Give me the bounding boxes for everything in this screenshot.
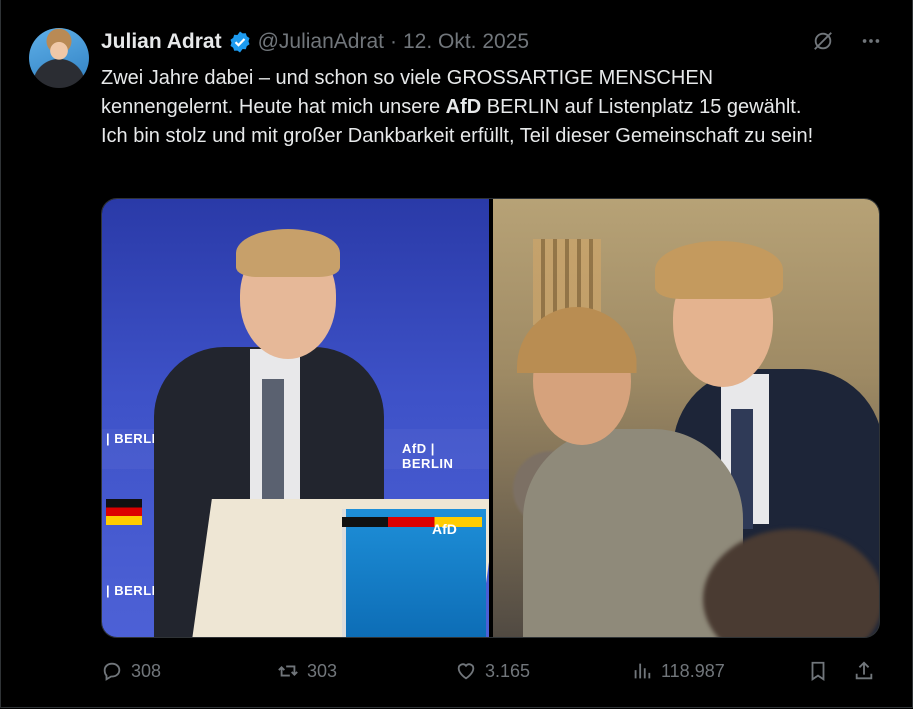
reply-icon (103, 662, 121, 681)
repost-button[interactable]: 303 (277, 660, 337, 682)
views-button[interactable]: 118.987 (631, 660, 725, 682)
like-icon (457, 663, 475, 680)
repost-count: 303 (307, 660, 338, 681)
header-separator: · (389, 30, 397, 53)
photo-left[interactable]: | BERLIN AfD | BERLIN | BERLIN AfD (102, 199, 489, 637)
repost-icon (278, 665, 298, 677)
verified-badge-icon (228, 30, 252, 54)
bookmark-button[interactable] (807, 660, 829, 682)
grok-icon[interactable] (812, 30, 834, 56)
speaker-tie (262, 379, 284, 499)
photo-right[interactable] (492, 199, 879, 637)
podium-logo: AfD (432, 521, 457, 537)
tweet-text: Zwei Jahre dabei – und schon so viele GR… (101, 64, 821, 151)
man-hair (654, 241, 783, 299)
reply-count: 308 (131, 660, 162, 681)
like-button[interactable]: 3.165 (455, 660, 530, 682)
speaker-hair (236, 229, 340, 277)
author-handle[interactable]: @JulianAdrat (258, 30, 384, 54)
action-bar: 308 303 3.165 118.987 (101, 656, 879, 686)
media-grid: | BERLIN AfD | BERLIN | BERLIN AfD (101, 198, 880, 638)
top-right-icons (812, 30, 882, 56)
german-flag (106, 499, 142, 525)
more-icon[interactable] (860, 30, 882, 56)
podium-panel (342, 509, 486, 637)
views-count: 118.987 (661, 660, 725, 681)
like-count: 3.165 (485, 660, 531, 681)
podium-flag-stripe (342, 517, 482, 527)
share-button[interactable] (853, 660, 875, 682)
views-icon (634, 663, 651, 679)
share-icon (855, 661, 873, 680)
tweet-header: Julian Adrat @JulianAdrat · 12. Okt. 202… (101, 28, 529, 56)
tweet-date[interactable]: 12. Okt. 2025 (403, 30, 529, 54)
tweet-card[interactable]: Julian Adrat @JulianAdrat · 12. Okt. 202… (0, 0, 913, 708)
bookmark-icon (811, 661, 825, 681)
author-name[interactable]: Julian Adrat (101, 30, 222, 54)
avatar[interactable] (29, 28, 89, 88)
tweet-text-bold: AfD (445, 96, 482, 118)
stage-tag-2: AfD | BERLIN (402, 441, 454, 471)
reply-button[interactable]: 308 (101, 660, 161, 682)
